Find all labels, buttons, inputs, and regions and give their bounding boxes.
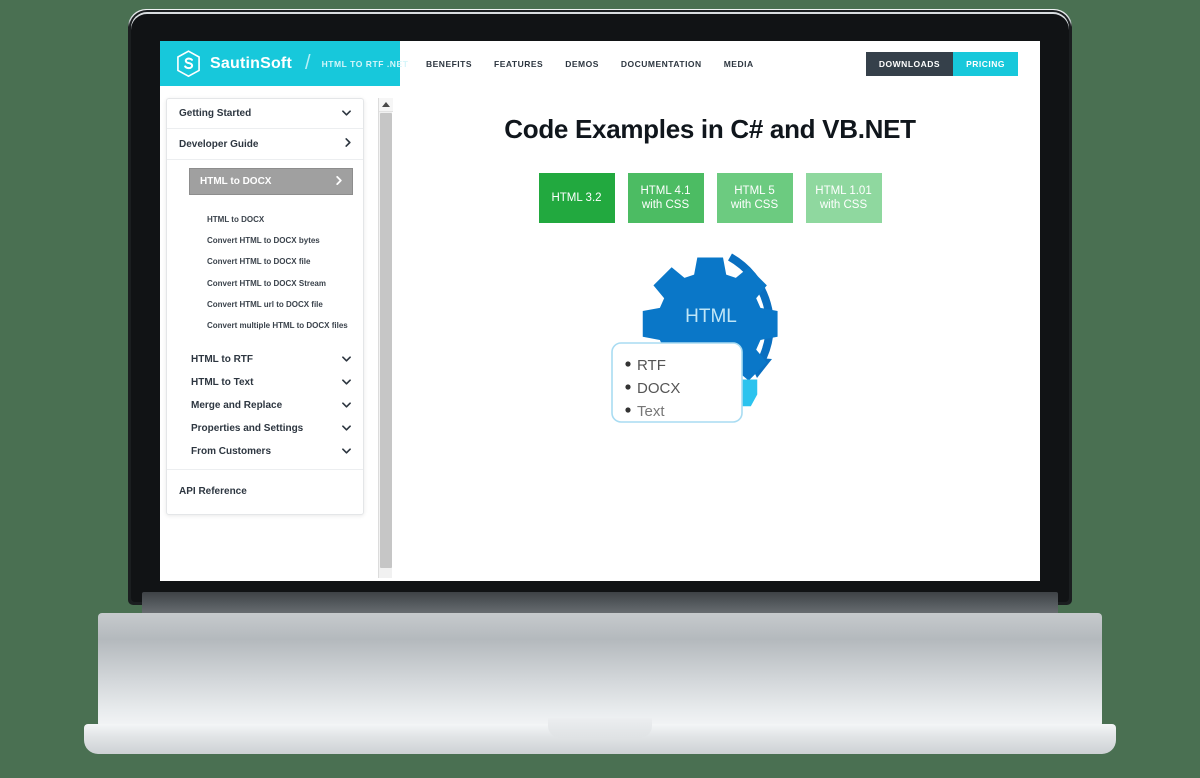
nav-item-demos[interactable]: DEMOS xyxy=(565,59,599,69)
conversion-diagram: HTML RTF DOCX Text xyxy=(394,235,1040,430)
brand-tagline: HTML TO RTF .NET xyxy=(321,58,409,69)
laptop-base xyxy=(98,613,1102,733)
sidebar-item-getting-started[interactable]: Getting Started xyxy=(167,99,363,129)
sidebar-column: Getting Started Developer Guide HTML to … xyxy=(160,86,378,581)
outputs-card: RTF DOCX Text xyxy=(611,342,743,423)
nav-item-benefits[interactable]: BENEFITS xyxy=(426,59,472,69)
sidebar-item-label: Getting Started xyxy=(179,108,252,119)
sidebar-item-label: Properties and Settings xyxy=(191,423,304,435)
chevron-right-icon xyxy=(345,138,351,150)
sidebar-item-from-customers[interactable]: From Customers xyxy=(189,440,353,463)
main-content: Code Examples in C# and VB.NET HTML 3.2 … xyxy=(394,86,1040,581)
website-page: SautinSoft / HTML TO RTF .NET BENEFITS F… xyxy=(160,41,1040,581)
sidebar-subitem-docx-file[interactable]: Convert HTML to DOCX file xyxy=(207,255,353,268)
chevron-down-icon xyxy=(342,355,351,364)
card-line1: HTML 3.2 xyxy=(551,191,602,204)
sidebar-item-label: Merge and Replace xyxy=(191,400,283,412)
main-nav: BENEFITS FEATURES DEMOS DOCUMENTATION ME… xyxy=(400,41,866,86)
laptop-mockup: SautinSoft / HTML TO RTF .NET BENEFITS F… xyxy=(0,0,1200,778)
output-label-docx: DOCX xyxy=(637,380,680,397)
hexagon-s-logo-icon xyxy=(176,49,201,78)
caret-up-icon[interactable] xyxy=(379,98,393,112)
sidebar-subitem-docx-bytes[interactable]: Convert HTML to DOCX bytes xyxy=(207,234,353,247)
sidebar-item-label: HTML to DOCX xyxy=(200,176,272,187)
sidebar-item-api-reference[interactable]: API Reference xyxy=(167,469,363,510)
nav-item-media[interactable]: MEDIA xyxy=(724,59,754,69)
card-line1: HTML 1.01 xyxy=(815,184,872,197)
card-line1: HTML 5 xyxy=(734,184,775,197)
output-label-text: Text xyxy=(637,403,665,420)
page-title: Code Examples in C# and VB.NET xyxy=(504,114,916,144)
sidebar-item-developer-guide[interactable]: Developer Guide xyxy=(167,129,363,160)
sidebar-subitem-multiple-docx[interactable]: Convert multiple HTML to DOCX files xyxy=(207,319,353,332)
chevron-down-icon xyxy=(342,447,351,456)
scrollbar-thumb[interactable] xyxy=(380,113,392,568)
gear-label: HTML xyxy=(685,306,737,327)
header-actions: DOWNLOADS PRICING xyxy=(865,41,1040,86)
docs-sidebar: Getting Started Developer Guide HTML to … xyxy=(166,98,364,516)
scrollbar-column xyxy=(378,86,394,581)
laptop-screen: SautinSoft / HTML TO RTF .NET BENEFITS F… xyxy=(160,41,1040,581)
chevron-down-icon xyxy=(342,401,351,410)
sidebar-item-merge-and-replace[interactable]: Merge and Replace xyxy=(189,394,353,417)
sidebar-item-label: Developer Guide xyxy=(179,138,259,150)
card-html-5[interactable]: HTML 5 with CSS xyxy=(716,173,793,223)
sidebar-item-properties-and-settings[interactable]: Properties and Settings xyxy=(189,417,353,440)
pricing-button[interactable]: PRICING xyxy=(953,51,1018,76)
content-wrapper: Getting Started Developer Guide HTML to … xyxy=(160,86,1040,581)
card-line2: with CSS xyxy=(641,199,690,211)
sidebar-item-label: HTML to RTF xyxy=(191,354,254,366)
sidebar-subitem-html-to-docx[interactable]: HTML to DOCX xyxy=(207,213,353,226)
sidebar-sublist: HTML to DOCX Convert HTML to DOCX bytes … xyxy=(167,201,363,348)
sidebar-subitem-url-to-docx[interactable]: Convert HTML url to DOCX file xyxy=(207,298,353,311)
sidebar-item-html-to-docx-active[interactable]: HTML to DOCX xyxy=(189,168,353,195)
sidebar-item-label: API Reference xyxy=(179,486,247,498)
brand-area[interactable]: SautinSoft / HTML TO RTF .NET xyxy=(160,41,408,86)
chevron-down-icon xyxy=(342,109,351,118)
site-header: SautinSoft / HTML TO RTF .NET BENEFITS F… xyxy=(160,41,1040,86)
sidebar-scrollbar[interactable] xyxy=(378,98,393,578)
html-version-cards: HTML 3.2 HTML 4.1 with CSS HTML 5 with C… xyxy=(394,173,1040,223)
card-line2: with CSS xyxy=(730,199,779,211)
chevron-down-icon xyxy=(342,378,351,387)
laptop-base-notch xyxy=(548,718,652,738)
brand-separator: / xyxy=(305,52,311,74)
card-html-3-2[interactable]: HTML 3.2 xyxy=(538,173,615,223)
sidebar-item-label: From Customers xyxy=(191,446,272,458)
card-html-4-1[interactable]: HTML 4.1 with CSS xyxy=(627,173,704,223)
brand-name: SautinSoft xyxy=(210,54,292,72)
nav-item-features[interactable]: FEATURES xyxy=(494,59,543,69)
sidebar-item-html-to-text[interactable]: HTML to Text xyxy=(189,371,353,394)
downloads-button[interactable]: DOWNLOADS xyxy=(865,51,954,76)
nav-item-documentation[interactable]: DOCUMENTATION xyxy=(621,59,702,69)
chevron-down-icon xyxy=(342,424,351,433)
card-line2: with CSS xyxy=(819,199,868,211)
card-line1: HTML 4.1 xyxy=(640,184,691,197)
sidebar-subitem-docx-stream[interactable]: Convert HTML to DOCX Stream xyxy=(207,277,353,290)
chevron-right-icon xyxy=(336,176,342,187)
output-label-rtf: RTF xyxy=(637,357,666,374)
sidebar-item-html-to-rtf[interactable]: HTML to RTF xyxy=(189,348,353,371)
sidebar-item-label: HTML to Text xyxy=(191,377,254,389)
card-html-1-01[interactable]: HTML 1.01 with CSS xyxy=(805,173,882,223)
gear-conversion-illustration: HTML RTF DOCX Text xyxy=(611,253,778,423)
